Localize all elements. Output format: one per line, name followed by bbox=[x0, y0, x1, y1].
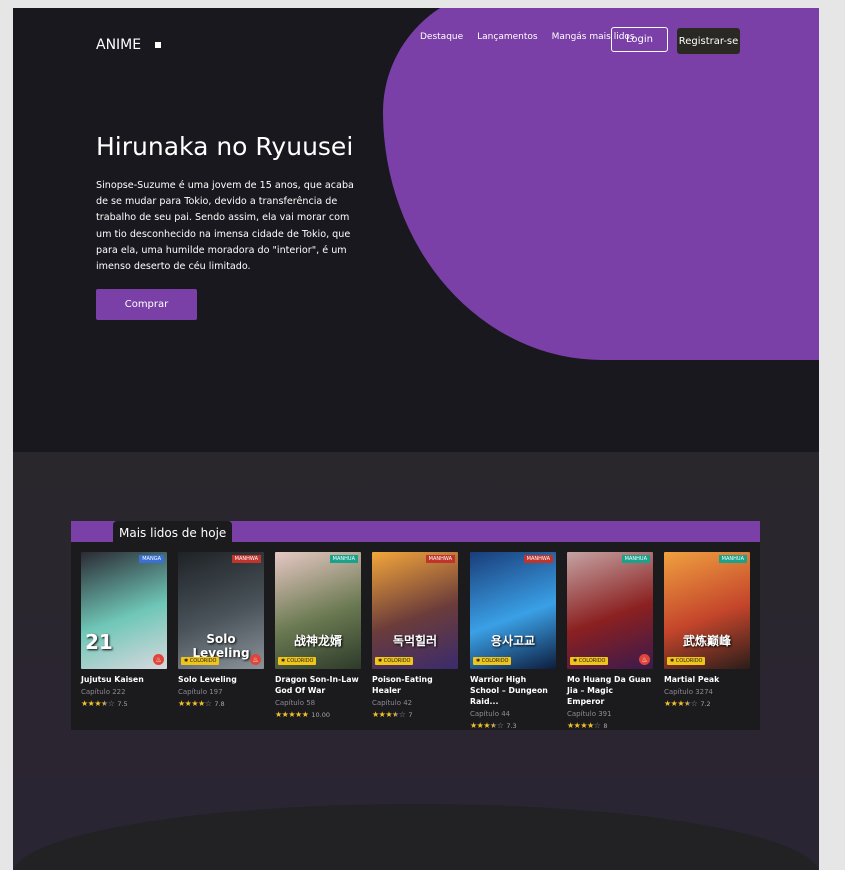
star-icons: ★★★★☆ bbox=[81, 699, 115, 708]
rating-value: 8 bbox=[603, 721, 608, 730]
manga-chapter[interactable]: Capítulo 197 bbox=[178, 688, 264, 696]
fire-icon: ♨ bbox=[639, 654, 650, 665]
manga-title[interactable]: Mo Huang Da Guan Jia – Magic Emperor bbox=[567, 674, 653, 707]
type-badge: MANHWA bbox=[425, 555, 455, 563]
manga-chapter[interactable]: Capítulo 42 bbox=[372, 699, 458, 707]
hero-synopsis: Sinopse-Suzume é uma jovem de 15 anos, q… bbox=[96, 180, 354, 273]
colored-badge: ✱ COLORIDO bbox=[667, 657, 706, 665]
manga-cover[interactable]: Solo Leveling MANHWA ✱ COLORIDO ♨ bbox=[178, 552, 264, 669]
manga-chapter[interactable]: Capítulo 222 bbox=[81, 688, 167, 696]
nav-lancamentos[interactable]: Lançamentos bbox=[477, 32, 537, 42]
manga-card[interactable]: 독먹힐러 MANHWA ✱ COLORIDO Poison-Eating Healer… bbox=[372, 552, 458, 719]
manga-card[interactable]: 战神龙婿 MANHUA ✱ COLORIDO Dragon Son-In-Law Go… bbox=[275, 552, 361, 719]
manga-chapter[interactable]: Capítulo 3274 bbox=[664, 688, 750, 696]
manga-rating: ★★★★☆ 7 bbox=[372, 710, 458, 719]
manga-title[interactable]: Jujutsu Kaisen bbox=[81, 674, 167, 685]
popular-panel: Mais lidos de hoje 21 MANGA ♨ Jujutsu Kaise… bbox=[71, 521, 760, 730]
manga-card[interactable]: Solo Leveling MANHWA ✱ COLORIDO ♨ Solo Level… bbox=[178, 552, 264, 708]
manga-card[interactable]: 武炼巅峰 MANHUA ✱ COLORIDO Martial Peak Capítulo… bbox=[664, 552, 750, 708]
fire-icon: ♨ bbox=[153, 654, 164, 665]
popular-section: Mais lidos de hoje 21 MANGA ♨ Jujutsu Kaise… bbox=[13, 452, 819, 870]
login-button[interactable]: Login bbox=[611, 27, 668, 52]
rating-value: 7 bbox=[408, 710, 413, 719]
manga-rating: ★★★★☆ 8 bbox=[567, 721, 653, 730]
manga-card[interactable]: 용사고교 MANHWA ✱ COLORIDO Warrior High School … bbox=[470, 552, 556, 730]
nav-destaque[interactable]: Destaque bbox=[420, 32, 463, 42]
hero-section: ANIME Destaque Lançamentos Mangás mais l… bbox=[13, 8, 819, 452]
manga-card[interactable]: 21 MANGA ♨ Jujutsu Kaisen Capítulo 222 ★★★★☆ 7… bbox=[81, 552, 167, 708]
colored-badge: ✱ COLORIDO bbox=[473, 657, 512, 665]
square-icon bbox=[155, 42, 162, 48]
colored-badge: ✱ COLORIDO bbox=[375, 657, 414, 665]
star-icons: ★★★★★ bbox=[275, 710, 309, 719]
manga-cover[interactable]: 战神龙婿 MANHUA ✱ COLORIDO bbox=[275, 552, 361, 669]
popular-heading: Mais lidos de hoje bbox=[113, 521, 233, 545]
buy-button[interactable]: Comprar bbox=[96, 289, 197, 320]
colored-badge: ✱ COLORIDO bbox=[181, 657, 220, 665]
manga-rating: ★★★★☆ 7.3 bbox=[470, 721, 556, 730]
manga-card[interactable]: MANHUA ✱ COLORIDO ♨ Mo Huang Da Guan Jia – … bbox=[567, 552, 653, 730]
page: ANIME Destaque Lançamentos Mangás mais l… bbox=[13, 8, 819, 870]
type-badge: MANHUA bbox=[329, 555, 358, 563]
type-badge: MANHUA bbox=[621, 555, 650, 563]
rating-value: 7.8 bbox=[214, 699, 225, 708]
manga-chapter[interactable]: Capítulo 58 bbox=[275, 699, 361, 707]
star-icons: ★★★★☆ bbox=[178, 699, 212, 708]
star-icons: ★★★★☆ bbox=[664, 699, 698, 708]
manga-cover[interactable]: 武炼巅峰 MANHUA ✱ COLORIDO bbox=[664, 552, 750, 669]
colored-badge: ✱ COLORIDO bbox=[278, 657, 317, 665]
manga-cover[interactable]: 21 MANGA ♨ bbox=[81, 552, 167, 669]
brand-name: ANIME bbox=[96, 37, 142, 53]
brand-logo[interactable]: ANIME bbox=[96, 37, 162, 53]
manga-chapter[interactable]: Capítulo 44 bbox=[470, 710, 556, 718]
hero-title: Hirunaka no Ryuusei bbox=[96, 132, 354, 161]
cover-title-art: 독먹힐러 bbox=[392, 634, 438, 648]
rating-value: 10.00 bbox=[311, 710, 330, 719]
rating-value: 7.2 bbox=[700, 699, 711, 708]
type-badge: MANGA bbox=[139, 555, 164, 563]
section-curve bbox=[13, 804, 819, 870]
manga-title[interactable]: Dragon Son-In-Law God Of War bbox=[275, 674, 361, 696]
star-icons: ★★★★☆ bbox=[470, 721, 504, 730]
colored-badge: ✱ COLORIDO bbox=[570, 657, 609, 665]
cover-title-art: 용사고교 bbox=[490, 634, 536, 648]
cover-title-art: 武炼巅峰 bbox=[682, 634, 731, 648]
main-nav: Destaque Lançamentos Mangás mais lidos bbox=[420, 32, 635, 42]
manga-rating: ★★★★☆ 7.8 bbox=[178, 699, 264, 708]
star-icons: ★★★★☆ bbox=[372, 710, 406, 719]
manga-title[interactable]: Poison-Eating Healer bbox=[372, 674, 458, 696]
manga-title[interactable]: Martial Peak bbox=[664, 674, 750, 685]
type-badge: MANHWA bbox=[231, 555, 261, 563]
manga-cover[interactable]: 독먹힐러 MANHWA ✱ COLORIDO bbox=[372, 552, 458, 669]
cover-title-art: 21 bbox=[85, 630, 113, 654]
manga-rating: ★★★★☆ 7.2 bbox=[664, 699, 750, 708]
manga-chapter[interactable]: Capítulo 391 bbox=[567, 710, 653, 718]
rating-value: 7.5 bbox=[117, 699, 128, 708]
rating-value: 7.3 bbox=[506, 721, 517, 730]
type-badge: MANHWA bbox=[523, 555, 553, 563]
manga-cover[interactable]: MANHUA ✱ COLORIDO ♨ bbox=[567, 552, 653, 669]
type-badge: MANHUA bbox=[718, 555, 747, 563]
star-icons: ★★★★☆ bbox=[567, 721, 601, 730]
manga-rating: ★★★★★ 10.00 bbox=[275, 710, 361, 719]
manga-title[interactable]: Warrior High School – Dungeon Raid... bbox=[470, 674, 556, 707]
register-button[interactable]: Registrar-se bbox=[677, 28, 740, 54]
manga-cover[interactable]: 용사고교 MANHWA ✱ COLORIDO bbox=[470, 552, 556, 669]
manga-title[interactable]: Solo Leveling bbox=[178, 674, 264, 685]
fire-icon: ♨ bbox=[250, 654, 261, 665]
manga-rating: ★★★★☆ 7.5 bbox=[81, 699, 167, 708]
cover-title-art: 战神龙婿 bbox=[293, 634, 342, 648]
